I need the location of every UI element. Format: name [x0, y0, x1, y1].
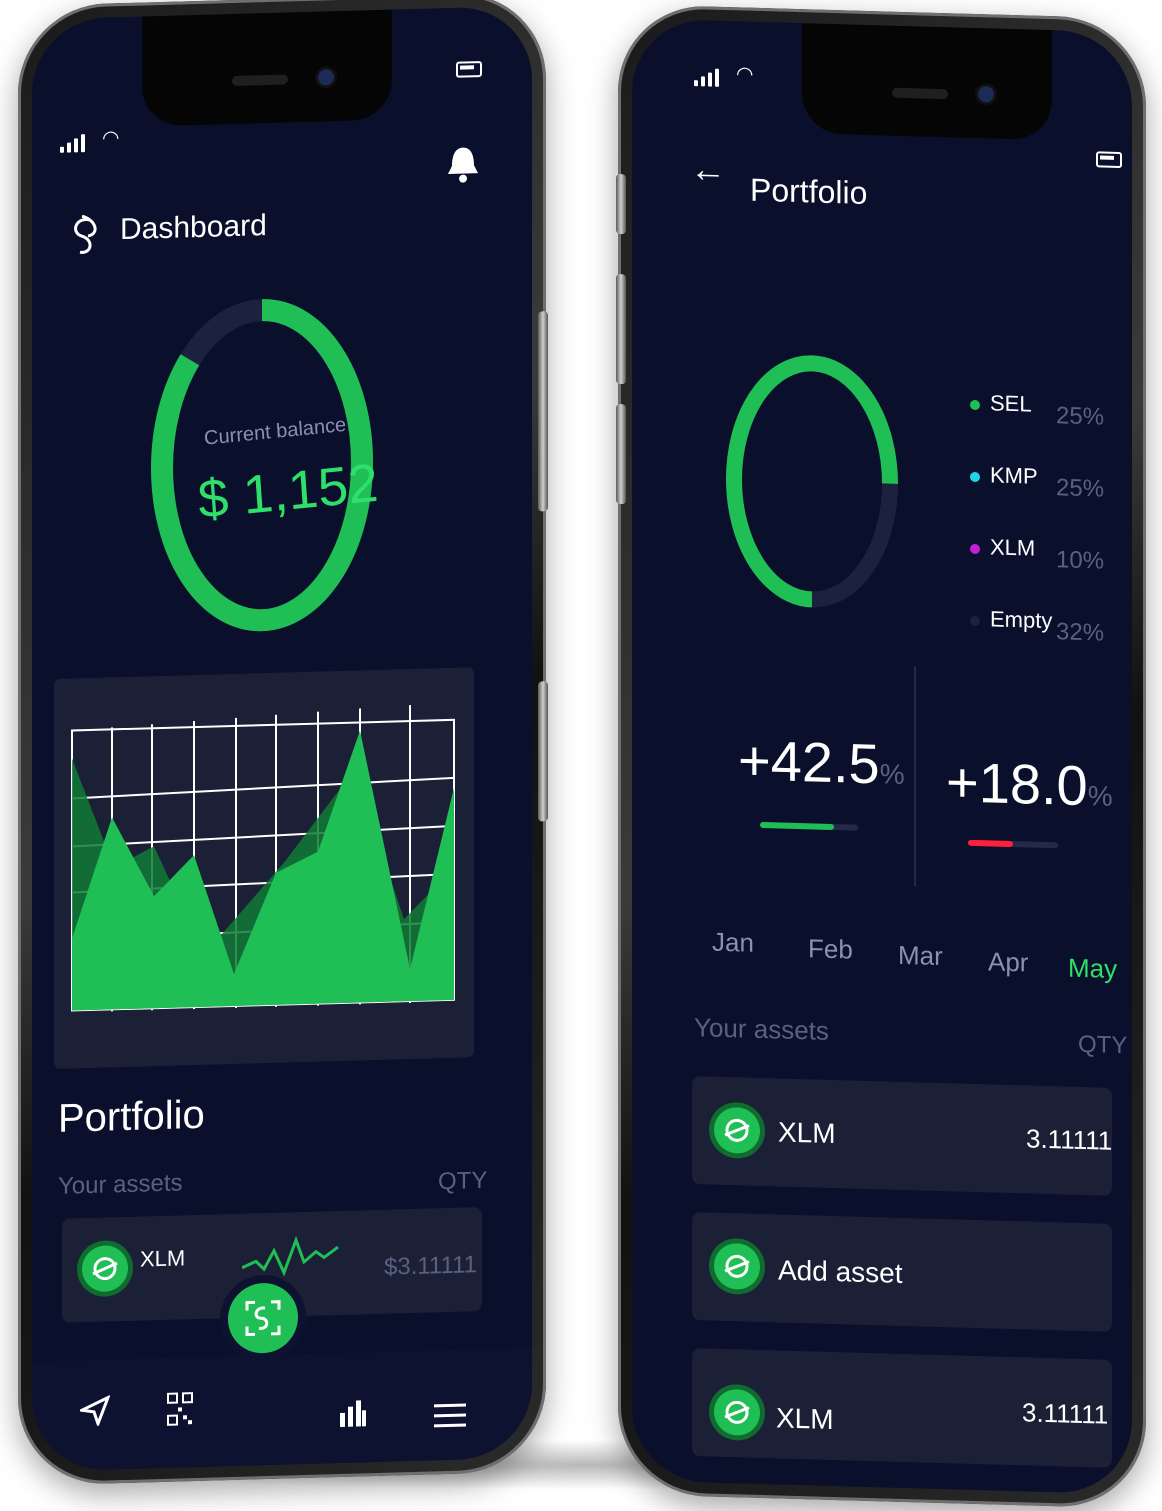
legend-percent: 25%	[1056, 402, 1105, 431]
bell-icon[interactable]	[446, 143, 480, 184]
asset-name: XLM	[140, 1245, 186, 1272]
scan-button[interactable]	[228, 1282, 298, 1355]
legend-percent: 10%	[1056, 546, 1105, 575]
legend-dot-sel	[970, 399, 980, 411]
month-tab[interactable]: Feb	[808, 933, 853, 965]
stellar-coin-icon	[714, 1388, 760, 1436]
stellar-coin-icon	[714, 1242, 760, 1290]
your-assets-label: Your assets	[694, 1012, 829, 1046]
price-chart-card	[54, 667, 474, 1069]
asset-qty: 3.11111	[1026, 1123, 1113, 1156]
asset-value: $3.11111	[384, 1251, 477, 1281]
signal-icon	[60, 134, 85, 153]
allocation-ring	[725, 355, 898, 608]
stats-divider	[914, 666, 916, 887]
asset-name: XLM	[776, 1402, 834, 1436]
stats-icon[interactable]	[338, 1392, 368, 1429]
add-asset-row[interactable]: Add asset	[692, 1212, 1112, 1332]
month-tab[interactable]: Jan	[712, 927, 754, 959]
chain-link-logo-icon	[74, 214, 97, 254]
stat-value: +18.0%	[946, 750, 1113, 818]
left-screen: ◠ Dashboard Current balance $ 1,152 Port…	[32, 5, 532, 1472]
right-screen: ◠ ← Portfolio SEL 25% KMP 25% XLM 10% Em…	[632, 18, 1132, 1495]
legend-percent: 25%	[1056, 474, 1105, 503]
your-assets-label: Your assets	[58, 1169, 183, 1200]
legend-label: XLM	[990, 534, 1036, 561]
scan-icon	[245, 1300, 281, 1337]
asset-name: XLM	[778, 1116, 836, 1150]
legend-label: KMP	[990, 462, 1038, 489]
side-button	[616, 173, 626, 235]
side-button	[616, 403, 626, 505]
area-chart	[71, 705, 455, 1012]
asset-qty: 3.11111	[1022, 1397, 1109, 1430]
arrow-left-icon[interactable]: ←	[690, 148, 726, 191]
legend-label: Empty	[990, 606, 1053, 634]
stat-bar	[968, 839, 1058, 849]
portfolio-title: Portfolio	[58, 1092, 205, 1141]
legend-dot-empty	[970, 615, 980, 627]
page-title: Dashboard	[120, 209, 267, 247]
stellar-coin-icon	[714, 1106, 760, 1154]
page-title: Portfolio	[750, 171, 868, 211]
battery-icon	[1096, 151, 1122, 169]
send-icon[interactable]	[80, 1395, 110, 1427]
stellar-coin-icon	[82, 1244, 128, 1293]
wifi-icon: ◠	[102, 127, 120, 150]
notch	[142, 9, 392, 127]
right-phone: ◠ ← Portfolio SEL 25% KMP 25% XLM 10% Em…	[616, 4, 1146, 1509]
left-phone: ◠ Dashboard Current balance $ 1,152 Port…	[18, 0, 548, 1487]
asset-row[interactable]: XLM 3.11111	[692, 1348, 1112, 1468]
stat-value: +42.5%	[738, 728, 905, 796]
add-asset-label: Add asset	[778, 1254, 903, 1289]
sparkline	[242, 1235, 339, 1277]
qty-label: QTY	[438, 1166, 488, 1196]
stat-bar	[760, 821, 858, 831]
legend-dot-xlm	[970, 543, 980, 555]
month-tab[interactable]: Mar	[898, 940, 943, 972]
signal-icon	[694, 68, 719, 87]
notch	[802, 23, 1052, 141]
side-button	[616, 273, 626, 385]
qr-code-icon[interactable]	[166, 1391, 194, 1428]
asset-row[interactable]: XLM 3.11111	[692, 1076, 1112, 1196]
side-button	[538, 311, 548, 512]
legend-dot-kmp	[970, 471, 980, 483]
month-tab-active[interactable]: May	[1068, 953, 1117, 985]
month-tab[interactable]: Apr	[988, 946, 1028, 978]
legend-percent: 32%	[1056, 618, 1105, 647]
legend-label: SEL	[990, 390, 1032, 417]
menu-icon[interactable]	[434, 1401, 466, 1430]
side-button	[538, 681, 548, 822]
wifi-icon: ◠	[736, 63, 754, 86]
qty-label: QTY	[1078, 1030, 1128, 1060]
battery-icon	[456, 61, 482, 78]
